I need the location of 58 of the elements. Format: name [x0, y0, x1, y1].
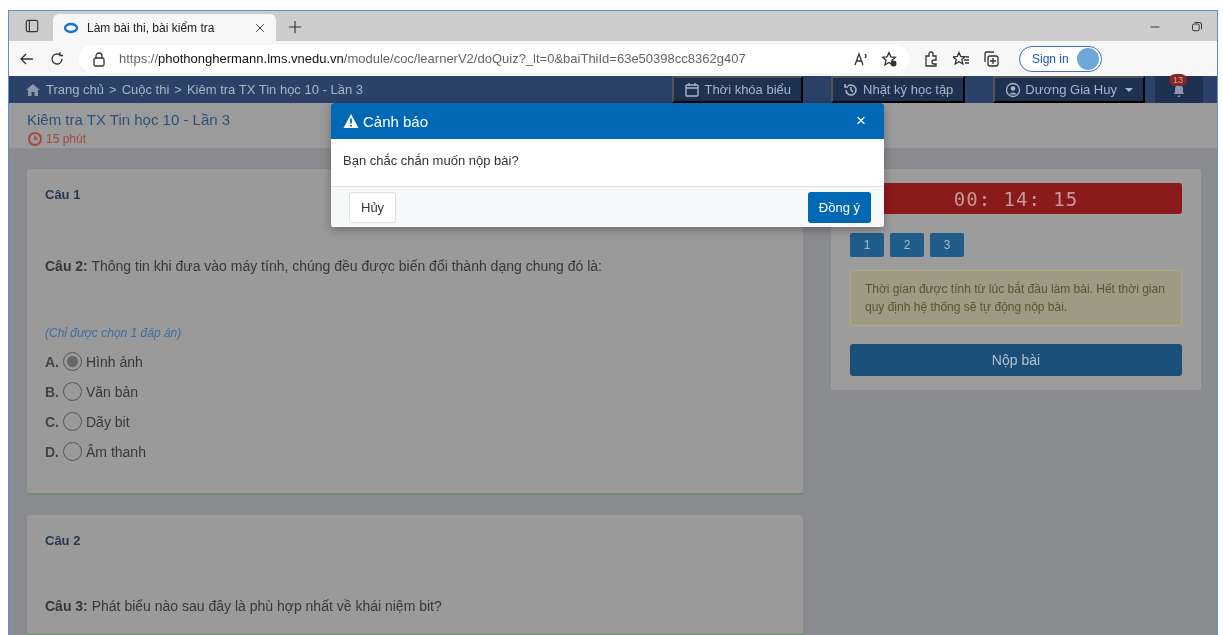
question-number-button[interactable]: 1 [850, 233, 884, 257]
confirm-button[interactable]: Đồng ý [807, 191, 871, 223]
breadcrumb-link[interactable]: Trang chủ [46, 82, 105, 97]
url-text: https://phothonghermann.lms.vnedu.vn/module/coc/learnerV2/doQuiz?_lt=0&baiThiId=63e50398cc8362g407 [119, 51, 747, 66]
submit-button[interactable]: Nộp bài [850, 344, 1182, 376]
option-letter: C. [45, 413, 59, 430]
tab-title: Làm bài thi, bài kiểm tra [87, 20, 216, 35]
calendar-icon [684, 81, 701, 98]
quiz-duration: 15 phút [46, 132, 87, 146]
breadcrumb-link[interactable]: Cuộc thi [121, 82, 170, 97]
cancel-button[interactable]: Hủy [349, 191, 397, 223]
breadcrumb-separator: > [109, 82, 117, 97]
question-number-button[interactable]: 3 [930, 233, 964, 257]
caret-icon [1125, 87, 1133, 92]
tabs-icon[interactable] [25, 19, 39, 33]
question-text: Câu 3: Phát biểu nào sau đây là phù hợp nhất về khái niệm bit? [45, 598, 443, 614]
answer-hint: (Chỉ được chọn 1 đáp án) [45, 326, 183, 340]
close-button[interactable]: × [850, 111, 872, 131]
option-letter: B. [45, 383, 59, 400]
breadcrumb-separator: > [174, 82, 182, 97]
quiz-title: Kiêm tra TX Tin học 10 - Lần 3 [27, 111, 231, 128]
option-letter: D. [45, 443, 59, 460]
option-label: Hình ảnh [86, 353, 143, 370]
notification-button[interactable]: 13 [1155, 76, 1203, 103]
nav-button[interactable]: Nhật ký học tập [831, 76, 966, 103]
address-field[interactable]: https://phothonghermann.lms.vnedu.vn/module/coc/learnerV2/doQuiz?_lt=0&baiThiId=63e50398cc8362g407 [79, 44, 909, 73]
option-label: Văn bản [86, 383, 139, 400]
sign-in-button[interactable]: Sign in [1019, 45, 1102, 72]
history-icon [843, 81, 859, 98]
plus-icon[interactable] [288, 20, 302, 34]
clock-icon [27, 131, 43, 147]
question-heading: Câu 2 [45, 533, 82, 548]
favorites-icon[interactable] [953, 50, 969, 67]
star-add-icon[interactable] [881, 50, 897, 67]
question-number-button[interactable]: 2 [890, 233, 924, 257]
option-label: Âm thanh [86, 443, 146, 460]
notification-badge: 13 [1169, 74, 1187, 86]
user-icon [1005, 81, 1022, 98]
dialog-title: Cảnh báo [363, 112, 430, 130]
breadcrumb-link[interactable]: Kiêm tra TX Tin học 10 - Lần 3 [186, 82, 364, 97]
refresh-icon[interactable] [49, 50, 65, 67]
user-menu-button[interactable]: Dương Gia Huy [993, 76, 1145, 103]
nav-button[interactable]: Thời khóa biểu [672, 76, 803, 103]
dialog-message: Bạn chắc chắn muốn nộp bài? [342, 152, 520, 170]
option-label: Dãy bit [86, 413, 130, 430]
avatar [1076, 47, 1099, 70]
question-heading: Câu 1 [45, 187, 82, 202]
browser-tab[interactable]: Làm bài thi, bài kiểm tra [53, 14, 276, 41]
collections-icon[interactable] [983, 50, 999, 67]
puzzle-icon[interactable] [923, 50, 939, 67]
warning-icon [343, 113, 359, 129]
restore-icon[interactable] [1191, 21, 1203, 33]
notice-message: Thời gian được tính từ lúc bắt đầu làm bài. Hết thời gian quy định hệ thống sẽ tự động nộp bài. [850, 270, 1182, 326]
question-text: Câu 2: Thông tin khi đưa vào máy tính, chúng đều được biến đổi thành dạng chung đó là: [45, 258, 603, 274]
home-icon[interactable] [25, 81, 41, 98]
option-letter: A. [45, 353, 59, 370]
read-aloud-icon[interactable] [853, 50, 869, 67]
lock-icon [91, 50, 107, 67]
